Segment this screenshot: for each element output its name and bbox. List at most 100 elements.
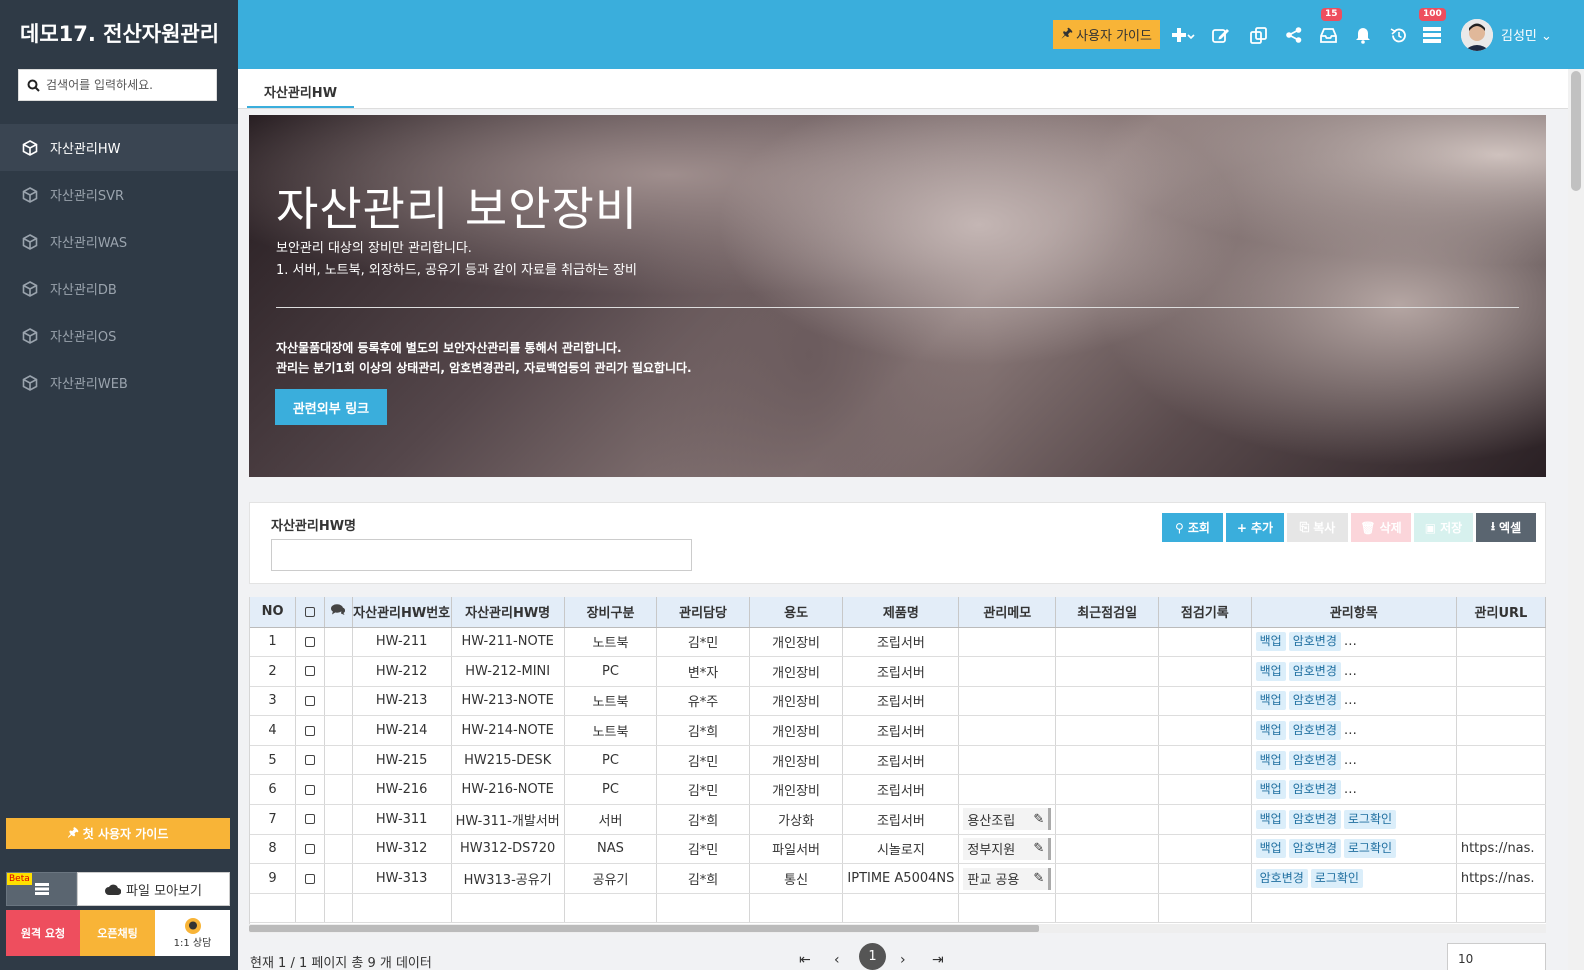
scrollbar-thumb[interactable] bbox=[1571, 71, 1581, 191]
cell-product[interactable]: 조립서버 bbox=[842, 627, 960, 658]
sidebar-item-was[interactable]: 자산관리WAS bbox=[0, 218, 238, 265]
col-header-hw-number[interactable]: 자산관리HW번호 bbox=[352, 597, 452, 628]
table-row[interactable]: 6 HW-216 HW-216-NOTE PC 김*민 개인장비 조립서버 백업 암호변경… bbox=[250, 774, 1546, 806]
cell-check-log[interactable] bbox=[1158, 656, 1252, 687]
cell-hw-number[interactable]: HW-313 bbox=[352, 863, 452, 894]
file-collection-button[interactable]: 파일 모아보기 bbox=[77, 872, 230, 906]
cell-use[interactable]: 개인장비 bbox=[749, 656, 844, 687]
cell-select[interactable] bbox=[295, 804, 325, 835]
col-header-items[interactable]: 관리항목 bbox=[1251, 597, 1457, 628]
row-checkbox[interactable] bbox=[304, 814, 315, 825]
cell-check-log[interactable] bbox=[1158, 804, 1252, 835]
cell-last-check[interactable] bbox=[1055, 774, 1160, 806]
table-row[interactable]: 1 HW-211 HW-211-NOTE 노트북 김*민 개인장비 조립서버 백업 암호변경… bbox=[250, 627, 1546, 658]
first-user-guide-button[interactable]: 🖈︎ 첫 사용자 가이드 bbox=[6, 818, 230, 849]
sidebar-search-input[interactable] bbox=[46, 78, 206, 92]
cell-select[interactable] bbox=[295, 656, 325, 687]
row-checkbox[interactable] bbox=[304, 784, 315, 795]
cell-owner[interactable]: 변*자 bbox=[656, 656, 750, 687]
cell-url[interactable]: https://nas. bbox=[1456, 863, 1546, 894]
more-items[interactable]: … bbox=[1344, 634, 1357, 649]
col-header-last-check[interactable]: 최근점검일 bbox=[1055, 597, 1160, 628]
prev-page-icon[interactable]: ‹ bbox=[834, 952, 840, 968]
memo-box[interactable]: 판교 공용 ✎ bbox=[963, 867, 1052, 890]
cell-items[interactable]: 백업 암호변경… bbox=[1251, 627, 1457, 658]
item-tag[interactable]: 암호변경 bbox=[1288, 839, 1341, 859]
cell-hw-number[interactable]: HW-215 bbox=[352, 745, 452, 776]
cell-hw-name[interactable]: HW-216-NOTE bbox=[451, 774, 565, 806]
col-header-type[interactable]: 장비구분 bbox=[564, 597, 658, 628]
edit-icon[interactable]: ✎ bbox=[1033, 812, 1044, 827]
cell-hw-number[interactable]: HW-211 bbox=[352, 627, 452, 658]
cell-type[interactable]: NAS bbox=[564, 834, 658, 865]
cell-product[interactable]: 조립서버 bbox=[842, 656, 960, 687]
item-tag[interactable]: 암호변경 bbox=[1288, 780, 1341, 800]
cell-comment[interactable] bbox=[324, 774, 353, 806]
cell-owner[interactable]: 김*희 bbox=[656, 715, 750, 746]
page-size-select[interactable]: 10 bbox=[1447, 943, 1546, 970]
cell-url[interactable] bbox=[1456, 627, 1546, 658]
cell-select[interactable] bbox=[295, 863, 325, 894]
cell-hw-name[interactable]: HW-211-NOTE bbox=[451, 627, 565, 658]
cell-last-check[interactable] bbox=[1055, 834, 1160, 865]
history-icon[interactable] bbox=[1387, 24, 1409, 46]
avatar[interactable] bbox=[1461, 19, 1493, 51]
cell-items[interactable]: 백업 암호변경… bbox=[1251, 656, 1457, 687]
cell-memo[interactable]: 정부지원 ✎ bbox=[958, 834, 1057, 865]
cell-comment[interactable] bbox=[324, 804, 353, 835]
cell-type[interactable]: PC bbox=[564, 745, 658, 776]
cell-comment[interactable] bbox=[324, 715, 353, 746]
cell-owner[interactable]: 유*주 bbox=[656, 686, 750, 717]
search-button[interactable]: ⚲ 조회 bbox=[1162, 513, 1223, 542]
memo-box[interactable]: 정부지원 ✎ bbox=[963, 837, 1052, 860]
scrollbar-thumb[interactable] bbox=[249, 925, 1039, 932]
cell-comment[interactable] bbox=[324, 745, 353, 776]
cell-memo[interactable] bbox=[958, 686, 1057, 717]
sidebar-item-web[interactable]: 자산관리WEB bbox=[0, 359, 238, 406]
cell-last-check[interactable] bbox=[1055, 627, 1160, 658]
cell-hw-name[interactable]: HW-214-NOTE bbox=[451, 715, 565, 746]
list-view-button[interactable]: Beta bbox=[6, 872, 77, 906]
cell-select[interactable] bbox=[295, 774, 325, 806]
copy-icon[interactable] bbox=[1247, 24, 1269, 46]
cell-type[interactable]: PC bbox=[564, 656, 658, 687]
cell-check-log[interactable] bbox=[1158, 774, 1252, 806]
cell-type[interactable]: 공유기 bbox=[564, 863, 658, 894]
cell-url[interactable]: https://nas. bbox=[1456, 834, 1546, 865]
cell-type[interactable]: 노트북 bbox=[564, 715, 658, 746]
cell-owner[interactable]: 김*민 bbox=[656, 834, 750, 865]
save-button[interactable]: ▣ 저장 bbox=[1414, 513, 1473, 542]
cell-items[interactable]: 백업 암호변경 로그확인 bbox=[1251, 834, 1457, 865]
cell-url[interactable] bbox=[1456, 774, 1546, 806]
add-menu-icon[interactable] bbox=[1170, 24, 1198, 46]
cell-hw-name[interactable]: HW312-DS720 bbox=[451, 834, 565, 865]
col-header-product[interactable]: 제품명 bbox=[842, 597, 960, 628]
cell-check-log[interactable] bbox=[1158, 715, 1252, 746]
more-items[interactable]: … bbox=[1344, 782, 1357, 797]
excel-button[interactable]: ⭳ 엑셀 bbox=[1476, 513, 1536, 542]
item-tag[interactable]: 로그확인 bbox=[1310, 869, 1363, 889]
col-header-use[interactable]: 용도 bbox=[749, 597, 844, 628]
horizontal-scrollbar[interactable] bbox=[249, 924, 1546, 933]
item-tag[interactable]: 암호변경 bbox=[1288, 750, 1341, 770]
cell-check-log[interactable] bbox=[1158, 745, 1252, 776]
cell-product[interactable]: 시놀로지 bbox=[842, 834, 960, 865]
select-all-checkbox[interactable] bbox=[304, 606, 315, 617]
cell-hw-number[interactable]: HW-212 bbox=[352, 656, 452, 687]
cell-hw-number[interactable]: HW-214 bbox=[352, 715, 452, 746]
cell-type[interactable]: 노트북 bbox=[564, 686, 658, 717]
cell-use[interactable]: 개인장비 bbox=[749, 745, 844, 776]
open-chat-button[interactable]: 오픈채팅 bbox=[80, 910, 155, 956]
item-tag[interactable]: 백업 bbox=[1255, 750, 1286, 770]
cell-use[interactable]: 개인장비 bbox=[749, 774, 844, 806]
cell-hw-number[interactable]: HW-216 bbox=[352, 774, 452, 806]
cell-use[interactable]: 개인장비 bbox=[749, 627, 844, 658]
first-page-icon[interactable]: ⇤ bbox=[799, 952, 811, 968]
cell-product[interactable]: 조립서버 bbox=[842, 774, 960, 806]
cell-check-log[interactable] bbox=[1158, 863, 1252, 894]
cell-owner[interactable]: 김*민 bbox=[656, 745, 750, 776]
cell-comment[interactable] bbox=[324, 627, 353, 658]
cell-last-check[interactable] bbox=[1055, 686, 1160, 717]
cell-memo[interactable] bbox=[958, 745, 1057, 776]
cell-url[interactable] bbox=[1456, 745, 1546, 776]
